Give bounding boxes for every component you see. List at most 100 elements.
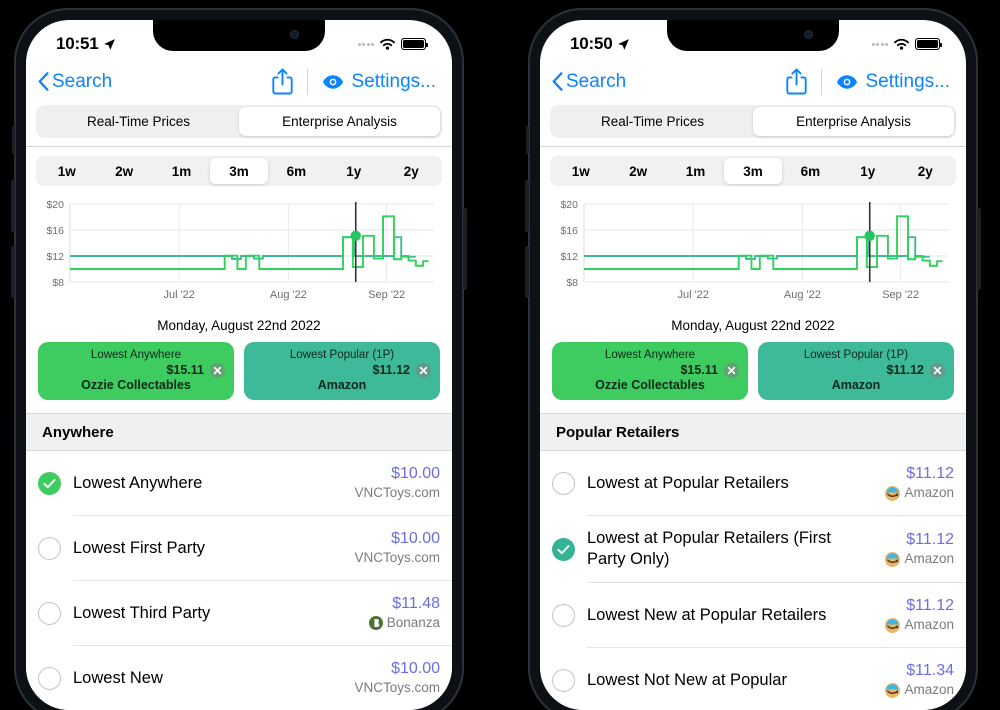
range-2w[interactable]: 2w <box>609 158 666 184</box>
radio-unselected[interactable] <box>38 666 61 690</box>
range-3m[interactable]: 3m <box>724 158 782 184</box>
x-axis-tick: Aug '22 <box>270 289 307 301</box>
list-item[interactable]: Lowest New at Popular Retailers $11.12 A… <box>540 583 966 647</box>
location-arrow-icon <box>104 38 116 50</box>
list-item[interactable]: Lowest New $10.00 VNCToys.com <box>26 646 452 710</box>
chart-date-label: Monday, August 22nd 2022 <box>157 318 321 333</box>
phone-left: 10:51 Search Settings... Real-Time Price… <box>11 8 467 710</box>
tab-real-time-prices[interactable]: Real-Time Prices <box>38 107 239 136</box>
share-button[interactable] <box>774 68 819 95</box>
list-item-value: $10.00 VNCToys.com <box>354 529 440 567</box>
list-item-value: $11.12 Amazon <box>885 464 954 502</box>
back-button[interactable]: Search <box>552 71 626 93</box>
radio-unselected[interactable] <box>552 471 575 495</box>
location-arrow-icon <box>618 38 630 50</box>
list-item-shop: Amazon <box>885 550 954 568</box>
tab-real-time-prices[interactable]: Real-Time Prices <box>552 107 753 136</box>
list-item-label: Lowest Not New at Popular <box>587 670 787 689</box>
chart-series-line <box>70 215 429 270</box>
range-1w[interactable]: 1w <box>38 158 95 184</box>
list-item[interactable]: Lowest First Party $10.00 VNCToys.com <box>26 516 452 580</box>
list-item[interactable]: Lowest Anywhere $10.00 VNCToys.com <box>26 451 452 515</box>
price-badge-remove-button[interactable] <box>930 362 945 378</box>
price-badge-remove-button[interactable] <box>416 362 431 378</box>
volume-up-button[interactable] <box>11 180 15 232</box>
range-2y[interactable]: 2y <box>897 158 954 184</box>
x-axis-tick: Jul '22 <box>677 289 708 301</box>
list-item-label: Lowest Anywhere <box>73 473 203 492</box>
x-axis-tick: Sep '22 <box>882 289 919 301</box>
radio-selected[interactable] <box>38 471 61 495</box>
range-1y[interactable]: 1y <box>325 158 382 184</box>
radio-unselected[interactable] <box>552 668 575 692</box>
price-badge[interactable]: Lowest Popular (1P) $11.12 Amazon <box>758 342 954 400</box>
range-1m[interactable]: 1m <box>153 158 210 184</box>
status-time: 10:51 <box>56 30 116 54</box>
list-item-label: Lowest at Popular Retailers <box>587 473 789 492</box>
list-item-shop: Amazon <box>885 484 954 502</box>
price-history-chart: $8 $12 $16 $20 Jul '22 Aug '22 Sep '22 <box>560 199 948 301</box>
list-item-shop: Amazon <box>885 681 954 699</box>
list-item[interactable]: Lowest at Popular Retailers (First Party… <box>540 516 966 582</box>
price-badge-remove-button[interactable] <box>210 362 225 378</box>
range-6m[interactable]: 6m <box>782 158 839 184</box>
price-badge[interactable]: Lowest Anywhere $15.11 Ozzie Collectable… <box>38 342 234 400</box>
nav-actions: Settings... <box>260 68 436 95</box>
bonanza-icon <box>368 616 383 630</box>
range-1m[interactable]: 1m <box>667 158 724 184</box>
time-range-selector: 1w 2w 1m 3m 6m 1y 2y <box>26 147 452 192</box>
chart-marker-dot[interactable] <box>864 230 875 241</box>
chart-marker-dot[interactable] <box>350 230 361 241</box>
chart-series-line <box>584 215 943 270</box>
wifi-icon <box>380 38 395 50</box>
range-6m[interactable]: 6m <box>268 158 325 184</box>
radio-unselected[interactable] <box>38 536 61 560</box>
volume-down-button[interactable] <box>525 246 529 298</box>
battery-icon <box>401 38 428 50</box>
eye-icon <box>836 74 857 89</box>
power-button[interactable] <box>977 208 981 290</box>
wifi-icon <box>894 38 909 50</box>
x-axis-tick: Jul '22 <box>163 289 194 301</box>
y-axis-tick: $12 <box>46 251 64 263</box>
power-button[interactable] <box>463 208 467 290</box>
price-badge[interactable]: Lowest Popular (1P) $11.12 Amazon <box>244 342 440 400</box>
check-circle-icon <box>38 471 61 495</box>
volume-down-button[interactable] <box>11 246 15 298</box>
share-button[interactable] <box>260 68 305 95</box>
silent-switch[interactable] <box>526 126 529 154</box>
tab-enterprise-analysis[interactable]: Enterprise Analysis <box>753 107 954 136</box>
price-badge-title: Lowest Anywhere <box>90 349 182 361</box>
back-button[interactable]: Search <box>38 71 112 93</box>
range-2w[interactable]: 2w <box>95 158 152 184</box>
radio-selected[interactable] <box>552 537 575 561</box>
radio-unselected[interactable] <box>38 601 61 625</box>
settings-button[interactable]: Settings... <box>824 71 950 93</box>
radio-unselected[interactable] <box>552 603 575 627</box>
list-item-shop: VNCToys.com <box>354 485 440 500</box>
nav-bar: Search Settings... <box>26 64 452 103</box>
view-tabs: Real-Time Prices Enterprise Analysis <box>26 103 452 146</box>
price-badge[interactable]: Lowest Anywhere $15.11 Ozzie Collectable… <box>552 342 748 400</box>
y-axis-tick: $16 <box>46 225 64 237</box>
tab-enterprise-analysis[interactable]: Enterprise Analysis <box>239 107 440 136</box>
range-2y[interactable]: 2y <box>383 158 440 184</box>
range-3m[interactable]: 3m <box>210 158 268 184</box>
list-item-shop: Bonanza <box>368 614 440 632</box>
price-badge-price: $11.12 <box>886 363 924 377</box>
list-item-price: $11.12 <box>906 465 954 482</box>
volume-up-button[interactable] <box>525 180 529 232</box>
list-item-shop: VNCToys.com <box>354 550 440 565</box>
price-history-chart: $8 $12 $16 $20 Jul '22 Aug '22 Sep '22 <box>46 199 434 301</box>
list-item[interactable]: Lowest Not New at Popular $11.34 Amazon <box>540 648 966 710</box>
list-item-label: Lowest at Popular Retailers (First Party… <box>587 529 831 568</box>
silent-switch[interactable] <box>12 126 15 154</box>
chevron-left-icon <box>552 72 563 91</box>
range-1w[interactable]: 1w <box>552 158 609 184</box>
settings-button[interactable]: Settings... <box>310 71 436 93</box>
price-badge-remove-button[interactable] <box>724 362 739 378</box>
list-item[interactable]: Lowest at Popular Retailers $11.12 Amazo… <box>540 451 966 515</box>
list-item[interactable]: Lowest Third Party $11.48 Bonanza <box>26 581 452 645</box>
range-1y[interactable]: 1y <box>839 158 896 184</box>
status-bar: 10:51 <box>26 20 452 64</box>
